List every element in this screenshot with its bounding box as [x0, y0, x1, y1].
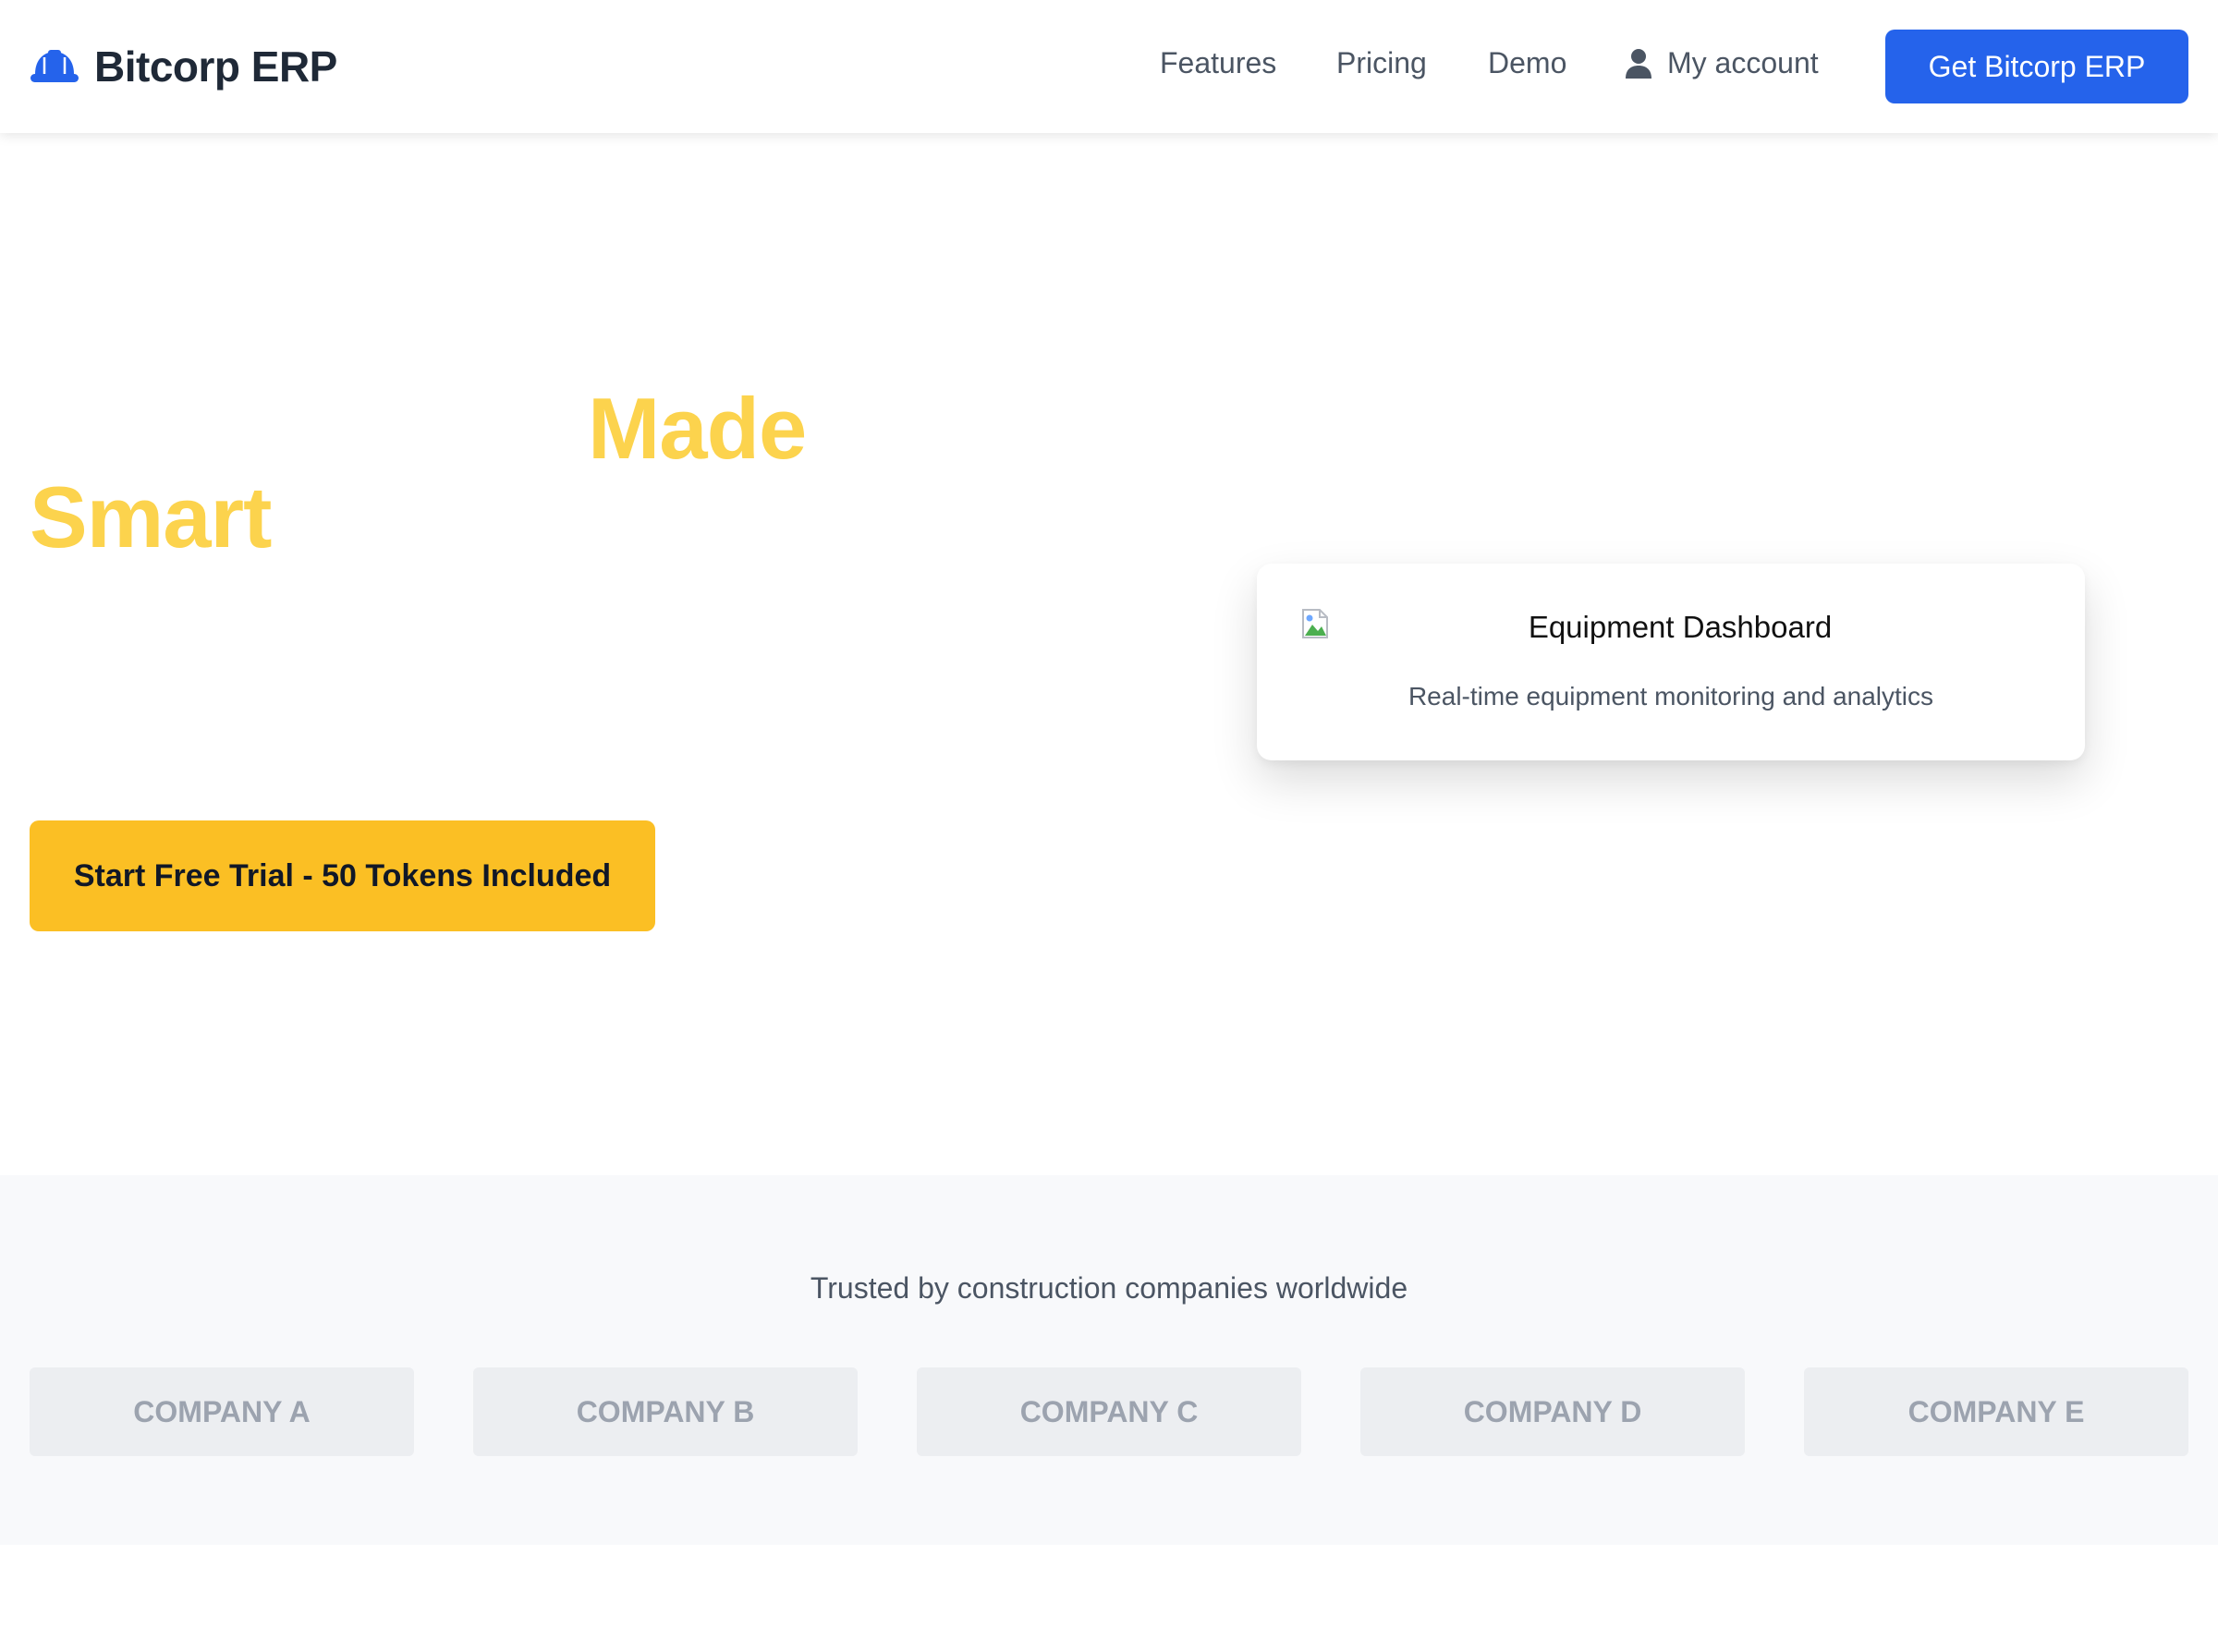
brand-logo-link[interactable]: Bitcorp ERP — [30, 41, 337, 92]
site-header: Bitcorp ERP Features Pricing Demo My acc… — [0, 0, 2218, 133]
user-icon — [1626, 48, 1651, 79]
company-logo-e: COMPANY E — [1804, 1367, 2188, 1456]
hero-headline-made: Made — [588, 380, 807, 477]
nav-demo-link[interactable]: Demo — [1488, 46, 1566, 80]
dashboard-card-title: Equipment Dashboard — [1528, 610, 1833, 644]
nav-pricing-link[interactable]: Pricing — [1336, 46, 1427, 80]
get-bitcorp-erp-button[interactable]: Get Bitcorp ERP — [1885, 30, 2188, 103]
nav-features-link[interactable]: Features — [1160, 46, 1276, 80]
trusted-by-heading: Trusted by construction companies worldw… — [810, 1271, 1408, 1305]
company-logo-b: COMPANY B — [473, 1367, 858, 1456]
company-logo-a: COMPANY A — [30, 1367, 414, 1456]
company-logo-d: COMPANY D — [1360, 1367, 1745, 1456]
dashboard-card-subtitle: Real-time equipment monitoring and analy… — [1408, 682, 1934, 711]
equipment-dashboard-card: Equipment Dashboard Real-time equipment … — [1257, 564, 2085, 760]
company-logo-c: COMPANY C — [917, 1367, 1301, 1456]
start-free-trial-button[interactable]: Start Free Trial - 50 Tokens Included — [30, 820, 655, 931]
my-account-link[interactable]: My account — [1625, 46, 1819, 80]
trusted-by-section: Trusted by construction companies worldw… — [0, 1175, 2218, 1545]
hard-hat-icon — [30, 50, 79, 82]
hero-headline-smart: Smart — [30, 468, 272, 565]
my-account-label: My account — [1667, 46, 1819, 79]
brand-name: Bitcorp ERP — [94, 43, 337, 91]
